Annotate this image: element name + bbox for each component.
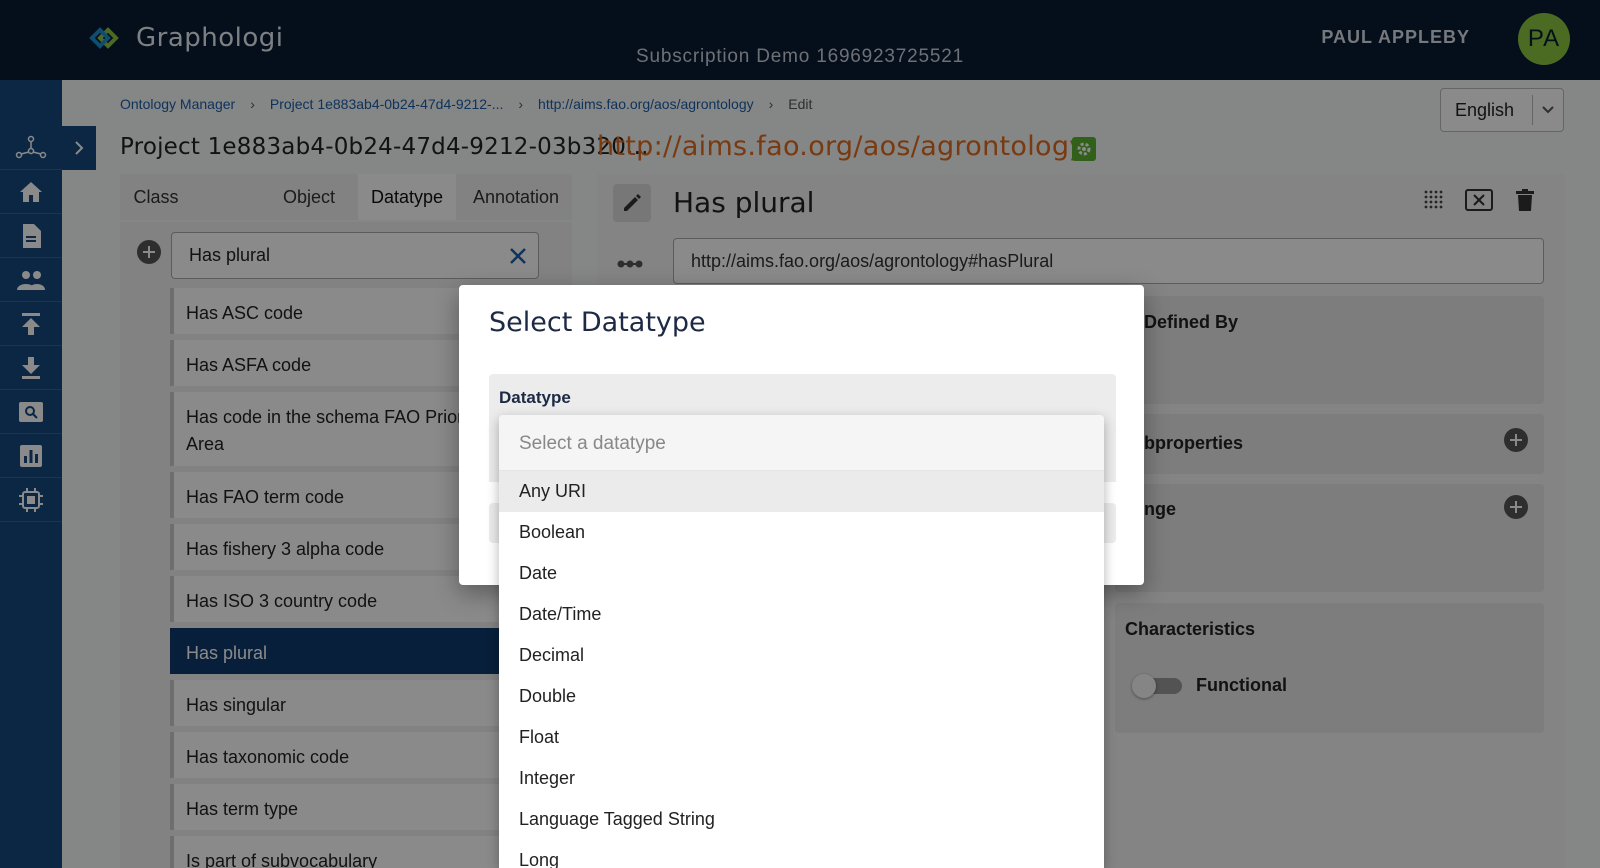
datatype-placeholder: Select a datatype [519,433,666,454]
datatype-option-float[interactable]: Float [499,717,1104,758]
datatype-option-long[interactable]: Long [499,840,1104,868]
datatype-option-any-uri[interactable]: Any URI [499,471,1104,512]
datatype-option-integer[interactable]: Integer [499,758,1104,799]
datatype-option-boolean[interactable]: Boolean [499,512,1104,553]
datatype-option-date[interactable]: Date [499,553,1104,594]
dialog-title: Select Datatype [489,307,706,338]
datatype-option-decimal[interactable]: Decimal [499,635,1104,676]
datatype-field-label: Datatype [499,388,571,407]
datatype-option-double[interactable]: Double [499,676,1104,717]
datatype-search-input[interactable]: Select a datatype [499,415,1104,471]
datatype-dropdown: Select a datatype Any URI Boolean Date D… [499,415,1104,868]
datatype-option-datetime[interactable]: Date/Time [499,594,1104,635]
datatype-option-language-tagged-string[interactable]: Language Tagged String [499,799,1104,840]
